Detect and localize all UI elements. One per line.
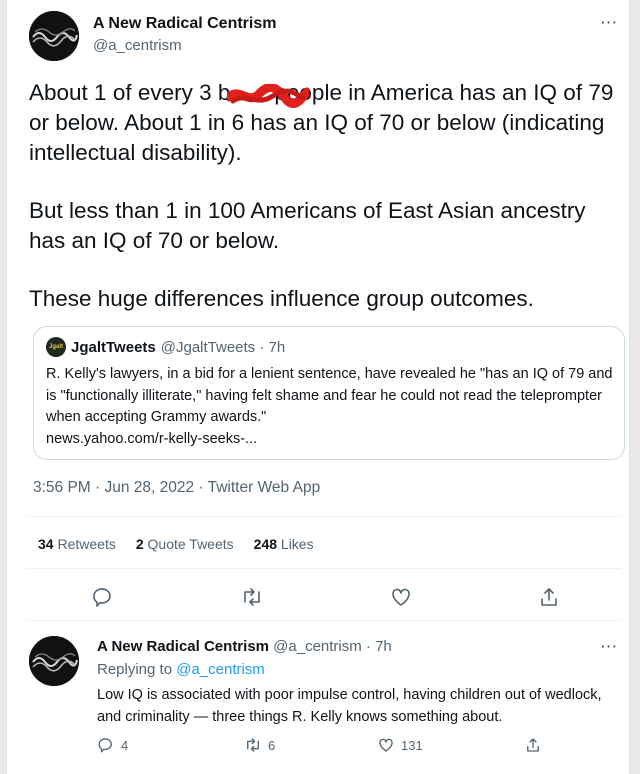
like-icon[interactable]: [389, 585, 413, 609]
tweet-timestamp[interactable]: 3:56 PM · Jun 28, 2022 · Twitter Web App: [33, 479, 320, 497]
share-icon: [527, 738, 539, 752]
author-avatar[interactable]: [29, 11, 79, 61]
divider: [25, 516, 621, 517]
tweet-stats: 34 Retweets 2 Quote Tweets 248 Likes: [38, 536, 314, 552]
quoted-handle-time: @JgaltTweets · 7h: [160, 338, 286, 356]
quoted-text: R. Kelly's lawyers, in a bid for a lenie…: [46, 366, 613, 425]
quotes-label: Quote Tweets: [147, 536, 234, 552]
share-icon[interactable]: [537, 585, 561, 609]
reply-reply-count: 4: [121, 737, 129, 753]
reply-actions: 4 6 131: [7, 736, 629, 760]
reply-text: Low IQ is associated with poor impulse c…: [97, 687, 602, 725]
author-handle[interactable]: @a_centrism: [93, 37, 182, 54]
divider: [25, 568, 621, 569]
replying-to: Replying to @a_centrism: [97, 661, 265, 678]
reply-like-button[interactable]: 131: [377, 736, 423, 754]
reply-handle-time: @a_centrism · 7h: [273, 638, 392, 655]
likes-label: Likes: [280, 536, 314, 552]
retweet-icon: [247, 738, 259, 752]
reply-header: A New Radical Centrism @a_centrism · 7h: [97, 638, 392, 655]
like-icon: [379, 738, 393, 752]
redaction-scribble: [227, 84, 309, 109]
more-icon[interactable]: ···: [601, 638, 618, 654]
reply-retweet-button[interactable]: 6: [244, 736, 275, 754]
author-name[interactable]: A New Radical Centrism: [93, 15, 276, 33]
retweets-stat[interactable]: 34 Retweets: [38, 536, 116, 552]
divider: [25, 620, 621, 621]
tweet-card: A New Radical Centrism @a_centrism ··· A…: [6, 0, 630, 774]
more-icon[interactable]: ···: [601, 14, 618, 30]
tweet-actions: [7, 585, 629, 613]
reply-reply-button[interactable]: 4: [97, 736, 128, 754]
quotes-stat[interactable]: 2 Quote Tweets: [136, 536, 234, 552]
quoted-header: Jgalt JgaltTweets @JgaltTweets · 7h: [46, 337, 285, 357]
quoted-link[interactable]: news.yahoo.com/r-kelly-seeks-...: [46, 431, 257, 447]
tweet-paragraph-1-start: About 1 of every 3 b: [29, 80, 231, 105]
tweet-paragraph-3: These huge differences influence group o…: [29, 286, 534, 311]
likes-stat[interactable]: 248 Likes: [254, 536, 314, 552]
quoted-text-block: R. Kelly's lawyers, in a bid for a lenie…: [46, 364, 616, 450]
quoted-avatar[interactable]: Jgalt: [46, 337, 66, 357]
tweet-paragraph-2: But less than 1 in 100 Americans of East…: [29, 198, 592, 253]
retweets-label: Retweets: [57, 536, 116, 552]
reply-retweet-count: 6: [268, 737, 276, 753]
likes-count: 248: [253, 536, 278, 552]
replying-to-prefix: Replying to: [97, 661, 173, 678]
reply-like-count: 131: [401, 737, 423, 753]
replying-to-handle[interactable]: @a_centrism: [176, 661, 265, 678]
reply-author-name[interactable]: A New Radical Centrism: [97, 638, 269, 655]
reply-avatar[interactable]: [29, 636, 79, 686]
reply-share-button[interactable]: [524, 736, 542, 754]
retweets-count: 34: [38, 536, 54, 552]
reply-icon: [98, 738, 112, 753]
tweet-paragraph-1: About 1 of every 3 b people in America ha…: [29, 78, 619, 168]
quotes-count: 2: [135, 536, 144, 552]
retweet-icon[interactable]: [240, 585, 264, 609]
reply-icon[interactable]: [91, 585, 115, 609]
tweet-text: About 1 of every 3 b people in America ha…: [29, 78, 619, 342]
quoted-tweet[interactable]: Jgalt JgaltTweets @JgaltTweets · 7h R. K…: [33, 326, 625, 460]
quoted-name[interactable]: JgaltTweets: [71, 339, 156, 356]
